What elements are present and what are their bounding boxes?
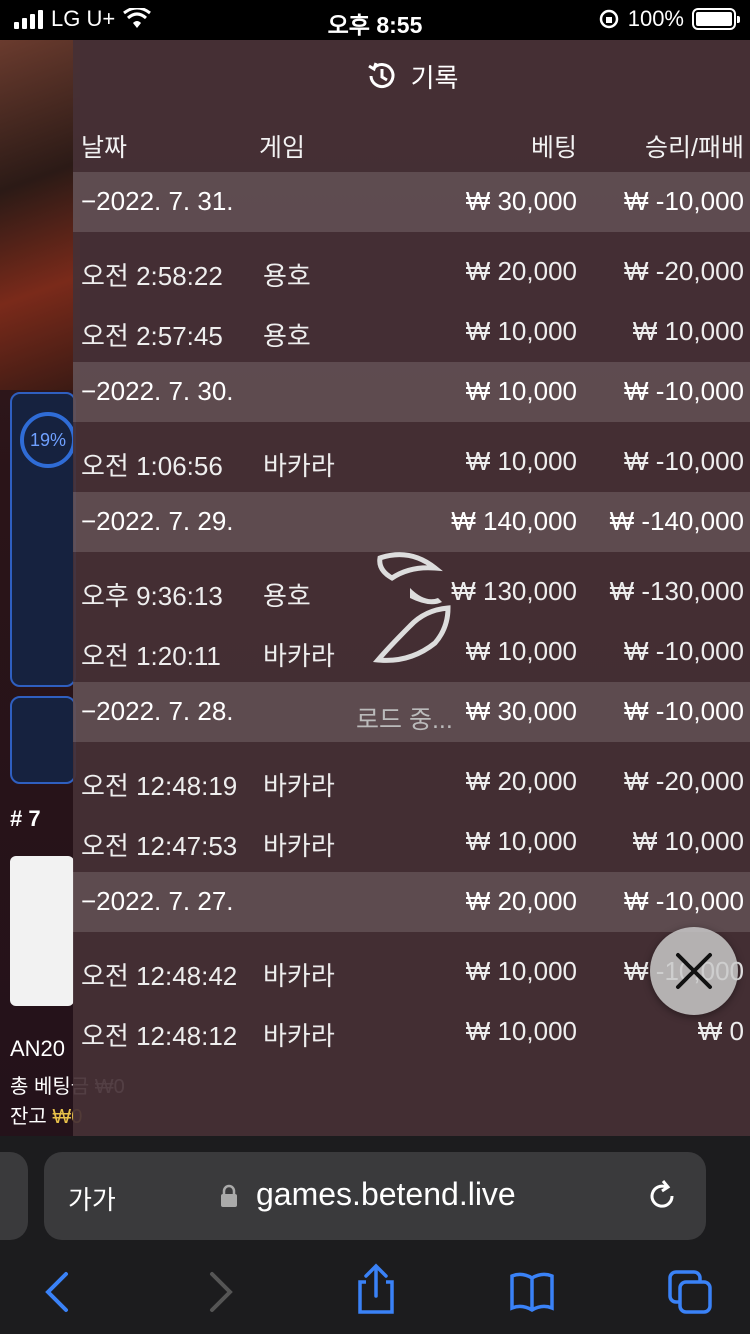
row-time: 오전 12:48:12 (81, 1021, 238, 1051)
table-row[interactable]: 오전 12:48:42 바카라 ₩ 10,000 ₩ -10,000 (73, 942, 750, 1002)
row-bet: ₩ 10,000 (465, 956, 577, 986)
row-bet: ₩ 10,000 (465, 636, 577, 666)
row-result: ₩ -20,000 (624, 766, 744, 796)
orientation-lock-icon (599, 9, 618, 29)
status-bar: LG U+ 오후 8:55 100% (0, 0, 750, 40)
row-bet: ₩ 20,000 (465, 766, 577, 796)
group-result: ₩ -10,000 (624, 376, 744, 406)
group-bet: ₩ 140,000 (451, 506, 577, 536)
close-icon (676, 953, 712, 989)
column-date: 날짜 (81, 134, 128, 162)
balance-row: 잔고 ₩0 (10, 1100, 82, 1129)
row-game: 바카라 (263, 961, 335, 991)
group-date: −2022. 7. 30. (81, 376, 234, 406)
row-time: 오전 2:57:45 (81, 321, 223, 351)
row-time: 오후 9:36:13 (81, 581, 223, 611)
table-row[interactable]: 오전 1:06:56 바카라 ₩ 10,000 ₩ -10,000 (73, 432, 750, 492)
group-result: ₩ -10,000 (624, 886, 744, 916)
lock-icon (221, 1184, 237, 1207)
group-result: ₩ -140,000 (609, 506, 744, 536)
previous-tab-preview[interactable] (0, 1152, 28, 1240)
row-result: ₩ -20,000 (624, 256, 744, 286)
row-game: 바카라 (263, 771, 335, 801)
table-row[interactable]: 오전 12:47:53 바카라 ₩ 10,000 ₩ 10,000 (73, 812, 750, 872)
url-text[interactable]: games.betend.live (256, 1176, 516, 1213)
table-row[interactable]: 오전 12:48:12 바카라 ₩ 10,000 ₩ 0 (73, 1002, 750, 1062)
date-group-row[interactable]: −2022. 7. 30. ₩ 10,000 ₩ -10,000 (73, 362, 750, 422)
group-bet: ₩ 30,000 (465, 696, 577, 726)
row-time: 오전 1:06:56 (81, 451, 223, 481)
room-name: AN20 (10, 1036, 66, 1061)
row-game: 바카라 (263, 641, 335, 671)
loading-text: 로드 중... (356, 706, 453, 734)
date-group-row[interactable]: −2022. 7. 31. ₩ 30,000 ₩ -10,000 (73, 172, 750, 232)
row-bet: ₩ 20,000 (465, 256, 577, 286)
group-result: ₩ -10,000 (624, 696, 744, 726)
row-bet: ₩ 10,000 (465, 826, 577, 856)
column-result: 승리/패배 (645, 134, 744, 162)
chevron-left-icon[interactable] (34, 1268, 82, 1316)
row-time: 오전 1:20:11 (81, 641, 221, 671)
group-result: ₩ -10,000 (624, 186, 744, 216)
address-bar[interactable]: 가가 games.betend.live (44, 1152, 706, 1240)
text-size-button[interactable]: 가가 (68, 1180, 116, 1217)
rank-label: # 7 (10, 806, 41, 831)
date-group-row[interactable]: −2022. 7. 27. ₩ 20,000 ₩ -10,000 (73, 872, 750, 932)
history-header: 기록 (73, 40, 750, 112)
group-date: −2022. 7. 27. (81, 886, 234, 916)
share-icon[interactable] (352, 1262, 400, 1316)
column-game: 게임 (259, 134, 306, 162)
row-bet: ₩ 10,000 (465, 1016, 577, 1046)
group-date: −2022. 7. 28. (81, 696, 234, 726)
live-dealer-video (0, 40, 80, 390)
reload-icon[interactable] (644, 1178, 680, 1214)
row-result: ₩ 10,000 (632, 316, 744, 346)
group-bet: ₩ 10,000 (465, 376, 577, 406)
loading-spinner-icon (372, 552, 451, 663)
row-result: ₩ -130,000 (609, 576, 744, 606)
row-bet: ₩ 10,000 (465, 446, 577, 476)
balance-label: 잔고 (10, 1106, 47, 1128)
row-game: 바카라 (263, 1021, 335, 1051)
table-header: 날짜 게임 베팅 승리/패배 (73, 112, 750, 172)
date-group-row[interactable]: −2022. 7. 29. ₩ 140,000 ₩ -140,000 (73, 492, 750, 552)
row-game: 용호 (263, 581, 311, 611)
book-icon[interactable] (508, 1268, 556, 1316)
row-result: ₩ -10,000 (624, 446, 744, 476)
group-bet: ₩ 20,000 (465, 886, 577, 916)
browser-toolbar: 가가 games.betend.live (0, 1136, 750, 1334)
battery-icon (692, 8, 740, 30)
tabs-icon[interactable] (666, 1268, 714, 1316)
row-result: ₩ -10,000 (624, 636, 744, 666)
table-row[interactable]: 오전 12:48:19 바카라 ₩ 20,000 ₩ -20,000 (73, 752, 750, 812)
row-game: 바카라 (263, 451, 335, 481)
row-result: ₩ 0 (697, 1016, 744, 1046)
close-button[interactable] (650, 927, 738, 1015)
group-date: −2022. 7. 31. (81, 186, 234, 216)
row-time: 오전 12:48:19 (81, 771, 238, 801)
row-game: 바카라 (263, 831, 335, 861)
chevron-right-icon[interactable] (196, 1268, 244, 1316)
history-icon (367, 62, 395, 89)
table-row[interactable]: 오전 2:57:45 용호 ₩ 10,000 ₩ 10,000 (73, 302, 750, 362)
row-game: 용호 (263, 321, 311, 351)
row-time: 오전 12:47:53 (81, 831, 238, 861)
group-date: −2022. 7. 29. (81, 506, 234, 536)
game-thumbnail[interactable] (10, 856, 74, 1006)
row-bet: ₩ 130,000 (451, 576, 577, 606)
battery-percent: 100% (627, 6, 684, 31)
group-bet: ₩ 30,000 (465, 186, 577, 216)
row-time: 오전 2:58:22 (81, 261, 223, 291)
column-bet: 베팅 (530, 134, 577, 162)
table-row[interactable]: 오전 2:58:22 용호 ₩ 20,000 ₩ -20,000 (73, 242, 750, 302)
game-card-secondary[interactable] (10, 696, 76, 784)
row-result: ₩ 10,000 (632, 826, 744, 856)
row-bet: ₩ 10,000 (465, 316, 577, 346)
progress-ring: 19% (20, 412, 76, 468)
row-game: 용호 (263, 261, 311, 291)
history-title: 기록 (410, 62, 459, 93)
row-time: 오전 12:48:42 (81, 961, 238, 991)
